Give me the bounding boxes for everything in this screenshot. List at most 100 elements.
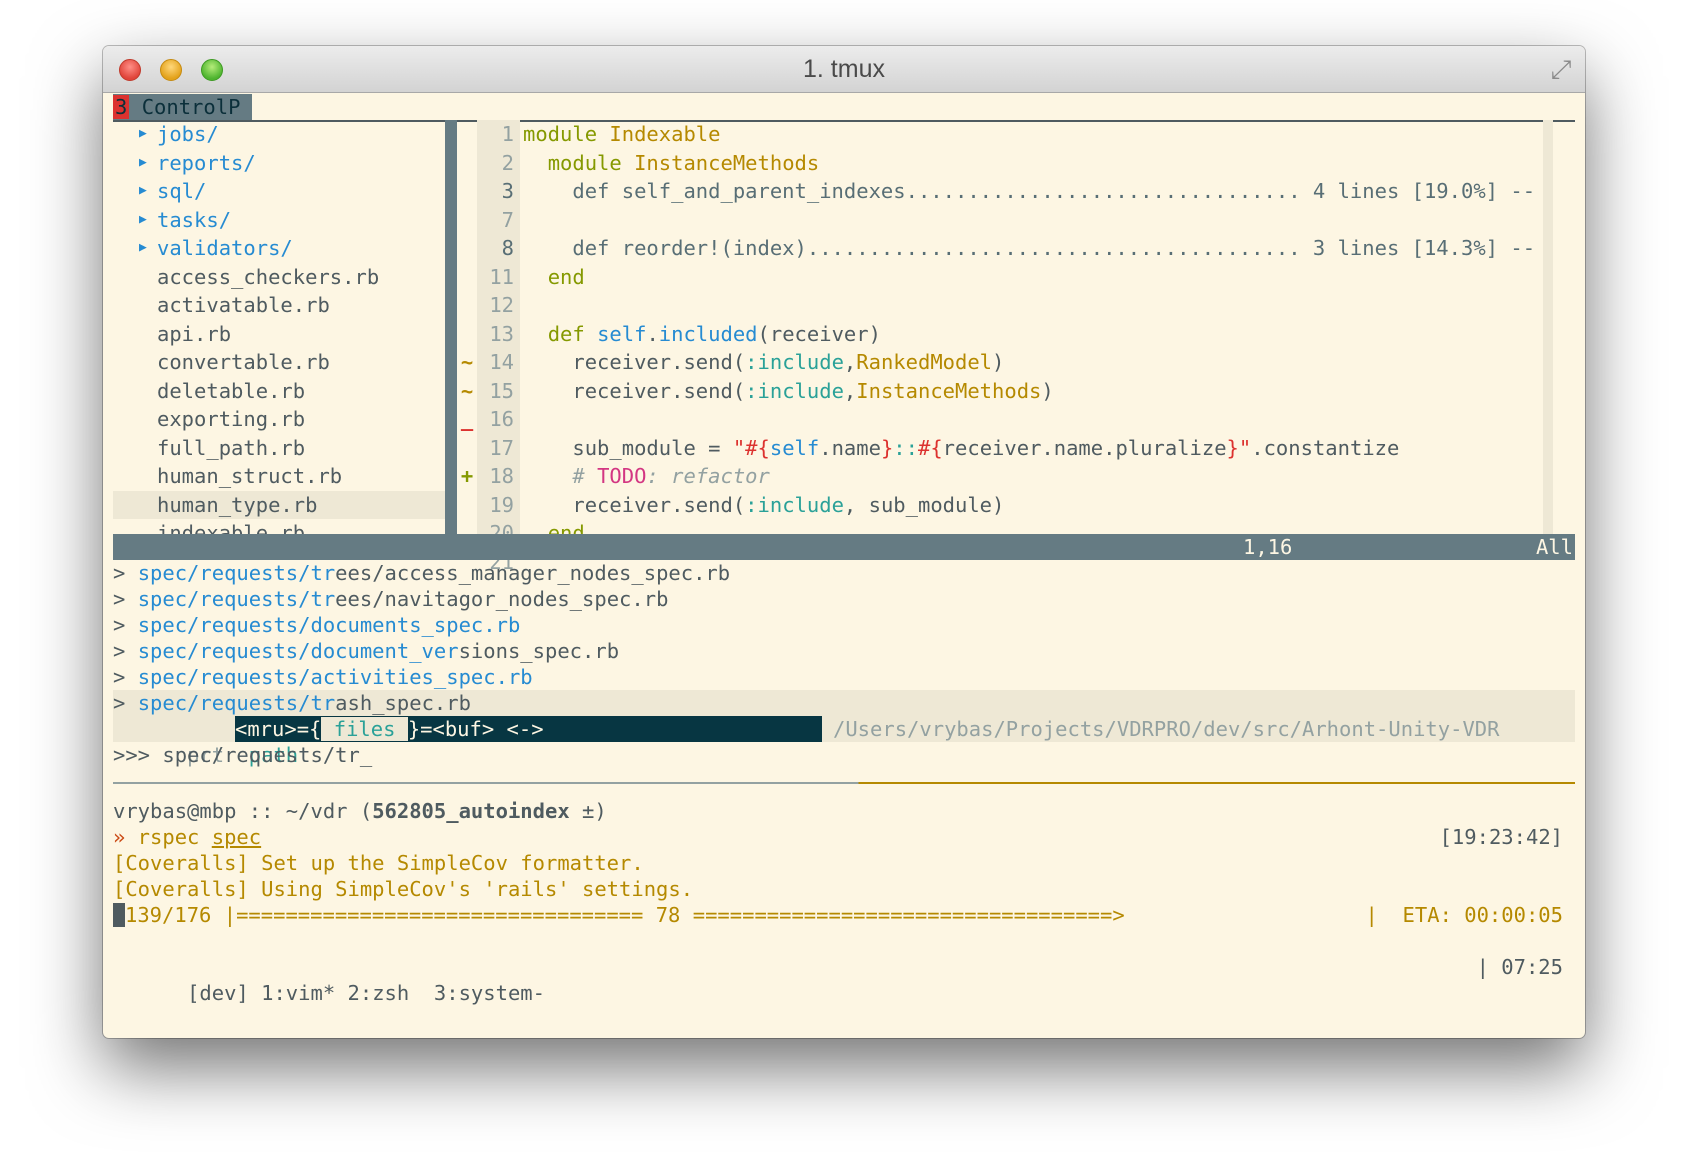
git-sign xyxy=(457,206,477,235)
tree-item-label: convertable.rb xyxy=(157,350,330,374)
status-scroll: All xyxy=(1535,535,1573,559)
line-number: 8 xyxy=(501,236,514,260)
code-line: sub_module = "#{self.name}::#{receiver.n… xyxy=(523,435,1400,460)
pane-divider[interactable] xyxy=(113,782,1575,784)
ctrlp-mode[interactable]: <mru>={ files }=<buf> <-> xyxy=(235,716,822,742)
git-sign: + xyxy=(460,464,474,488)
ctrlp-results[interactable]: > spec/requests/trees/access_manager_nod… xyxy=(113,560,1575,716)
tree-folder[interactable]: ▶ jobs/ xyxy=(113,120,445,149)
git-sign: ~ xyxy=(460,378,474,403)
tree-folder[interactable]: ▶ tasks/ xyxy=(113,206,445,235)
tree-item-label: exporting.rb xyxy=(157,407,306,431)
ctrlp-match[interactable]: > spec/requests/activities_spec.rb xyxy=(113,664,1575,690)
line-number: 18 xyxy=(489,464,514,488)
ctrlp-match[interactable]: > spec/requests/trash_spec.rb xyxy=(113,690,1575,716)
tree-item-label: deletable.rb xyxy=(157,378,306,403)
code-line: module InstanceMethods xyxy=(547,150,820,175)
vim-tabline: 3 ControlP xyxy=(113,94,1575,122)
ctrlp-match[interactable]: > spec/requests/trees/navitagor_nodes_sp… xyxy=(113,586,1575,612)
tree-item-label: human_struct.rb xyxy=(157,464,343,488)
git-sign xyxy=(457,491,477,520)
ctrlp-match[interactable]: > spec/requests/trees/access_manager_nod… xyxy=(113,560,1575,586)
right-gutter xyxy=(1543,120,1553,534)
tree-item-label: access_checkers.rb xyxy=(157,264,380,289)
tab-label: ControlP xyxy=(141,95,241,119)
git-sign xyxy=(457,234,477,263)
tree-file[interactable]: indexable.rb xyxy=(113,519,445,534)
file-tree[interactable]: ▶ jobs/ ▶ reports/ ▶ sql/ ▶ tasks/ ▶ validators/a… xyxy=(113,120,445,534)
shell-pane[interactable]: vrybas@mbp :: ~/vdr (562805_autoindex ±)… xyxy=(113,798,1575,928)
code-line: end xyxy=(547,264,585,289)
tree-item-label: full_path.rb xyxy=(157,435,306,460)
cursor xyxy=(113,903,125,927)
tab-controlp[interactable]: 3 ControlP xyxy=(113,94,253,120)
terminal-content[interactable]: 3 ControlP ▶ jobs/ ▶ reports/ ▶ sql/ ▶ tasks/ ▶ v… xyxy=(103,92,1585,1038)
fullscreen-icon[interactable]: ⤢ xyxy=(1547,55,1575,83)
ctrlp-match[interactable]: > spec/requests/document_versions_spec.r… xyxy=(113,638,1575,664)
caret-right-icon: ▶ xyxy=(139,211,147,227)
line-number: 7 xyxy=(501,207,514,232)
tree-item-label: tasks/ xyxy=(157,207,232,232)
caret-right-icon: ▶ xyxy=(139,240,147,255)
tab-number: 3 xyxy=(113,95,130,119)
timestamp: [19:23:42] xyxy=(1439,825,1563,849)
tree-file[interactable]: deletable.rb xyxy=(113,377,445,406)
ctrlp-prompt[interactable]: >>> spec/requests/tr_ xyxy=(113,742,372,768)
git-sign xyxy=(457,263,477,292)
vim-statusline: <DRPRO/dev/src/Arhont-Unity-VDR lib/inde… xyxy=(113,534,1575,585)
git-sign xyxy=(457,120,477,149)
tree-file[interactable]: full_path.rb xyxy=(113,434,445,463)
folded-line[interactable]: def reorder!(index).....................… xyxy=(523,234,1573,263)
tree-file[interactable]: human_type.rb xyxy=(113,490,445,519)
title-bar: 1. tmux ⤢ xyxy=(103,46,1585,93)
code-line: module Indexable xyxy=(523,122,721,146)
git-sign xyxy=(457,177,477,206)
shell-output: [Coveralls] Using SimpleCov's 'rails' se… xyxy=(113,877,694,901)
ctrlp-statusline: prt path <mru>={ files }=<buf> <-> /User… xyxy=(113,716,1575,767)
tree-folder[interactable]: ▶ reports/ xyxy=(113,149,445,178)
line-number: 11 xyxy=(489,264,514,289)
tree-file[interactable]: api.rb xyxy=(113,320,445,349)
code-line: # TODO: refactor xyxy=(572,464,770,488)
folded-line[interactable]: def self_and_parent_indexes.............… xyxy=(523,177,1573,206)
tree-file[interactable]: access_checkers.rb xyxy=(113,263,445,292)
code-editor[interactable]: module Indexable module InstanceMethods … xyxy=(523,120,1573,534)
line-numbers: 123781112131415161718192021 xyxy=(477,120,520,574)
tree-folder[interactable]: ▶ sql/ xyxy=(113,177,445,206)
git-sign xyxy=(457,434,477,463)
tree-item-label: reports/ xyxy=(157,150,256,175)
code-line: receiver.send(:include, sub_module) xyxy=(523,492,1005,517)
git-sign: ~ xyxy=(460,350,474,374)
tmux-windows[interactable]: [dev] 1:vim* 2:zsh 3:system- xyxy=(187,981,545,1005)
tree-file[interactable]: convertable.rb xyxy=(113,348,445,377)
tree-item-label: api.rb xyxy=(157,321,232,346)
ctrlp-match[interactable]: > spec/requests/documents_spec.rb xyxy=(113,612,1575,638)
git-sign: _ xyxy=(460,407,474,431)
tmux-clock: | 07:25 xyxy=(1476,955,1563,979)
line-number: 13 xyxy=(489,321,514,346)
vertical-split[interactable] xyxy=(445,120,457,534)
tree-file[interactable]: human_struct.rb xyxy=(113,462,445,491)
line-number: 16 xyxy=(489,407,514,431)
tree-folder[interactable]: ▶ validators/ xyxy=(113,234,445,263)
caret-right-icon: ▶ xyxy=(139,154,147,170)
tree-file[interactable]: exporting.rb xyxy=(113,405,445,434)
window-title: 1. tmux xyxy=(803,55,885,83)
tree-file[interactable]: activatable.rb xyxy=(113,291,445,320)
shell-prompt: vrybas@mbp :: ~/vdr (562805_autoindex ±) xyxy=(113,799,607,823)
ctrlp-dir: /Users/vrybas/Projects/VDRPRO/dev/src/Ar… xyxy=(833,717,1500,741)
code-line: receiver.send(:include,InstanceMethods) xyxy=(523,378,1054,403)
code-line: end xyxy=(547,521,585,534)
shell-output: [Coveralls] Set up the SimpleCov formatt… xyxy=(113,851,644,875)
eta: | ETA: 00:00:05 xyxy=(1365,903,1563,927)
progress-line: 139/176 |===============================… xyxy=(113,902,1575,928)
tree-item-label: jobs/ xyxy=(157,122,219,146)
line-number: 19 xyxy=(489,492,514,517)
line-number: 14 xyxy=(489,350,514,374)
tree-item-label: human_type.rb xyxy=(157,492,318,517)
code-line: receiver.send(:include,RankedModel) xyxy=(523,350,1005,374)
shell-command: » rspec spec [19:23:42] xyxy=(113,825,1563,849)
